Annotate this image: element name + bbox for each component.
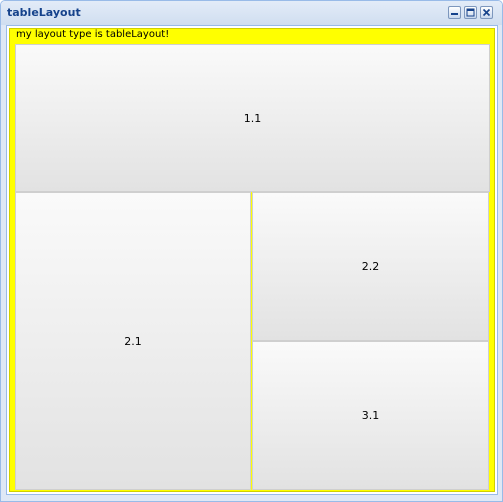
cell-2-2: 2.2 [252, 192, 489, 341]
maximize-button[interactable] [464, 6, 477, 19]
cell-3-1-label: 3.1 [361, 409, 380, 422]
cell-1-1: 1.1 [15, 44, 490, 192]
cell-2-1-label: 2.1 [124, 334, 142, 348]
window-body: my layout type is tableLayout! 1.1 2.1 2… [6, 25, 498, 495]
cell-2-2-label: 2.2 [361, 260, 380, 273]
window-titlebar[interactable]: tableLayout [1, 1, 502, 25]
minimize-icon [451, 13, 458, 15]
cell-3-1: 3.1 [252, 341, 489, 490]
table-layout-fieldset: my layout type is tableLayout! 1.1 2.1 2… [9, 28, 495, 492]
minimize-button[interactable] [448, 6, 461, 19]
cell-1-1-label: 1.1 [243, 111, 262, 125]
window: tableLayout my layout type is tableLayou… [0, 0, 503, 502]
fieldset-legend: my layout type is tableLayout! [14, 29, 172, 41]
maximize-icon [466, 8, 475, 17]
close-button[interactable] [480, 6, 493, 19]
close-icon [482, 8, 491, 17]
cell-2-1: 2.1 [15, 192, 251, 490]
window-title: tableLayout [7, 6, 81, 19]
